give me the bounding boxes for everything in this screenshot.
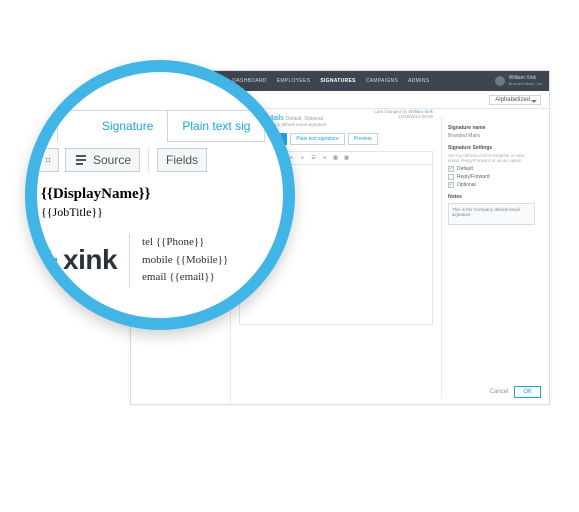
logo-word: xink [63, 244, 117, 276]
chk-optional[interactable]: ✓Optional [448, 182, 535, 188]
zoom-toolbar: Source Fields [37, 148, 295, 172]
user-menu[interactable]: William Xink Branded Mails, Inc. [495, 76, 543, 86]
source-button[interactable]: Source [65, 148, 140, 172]
notes-box[interactable]: This is the Company default email signat… [448, 203, 535, 225]
magnifier: Signature Plain text sig Source Fields {… [25, 60, 295, 330]
zoom-tabs: Signature Plain text sig [57, 110, 295, 142]
vertical-divider [129, 234, 130, 287]
nav-campaigns[interactable]: CAMPAIGNS [366, 78, 398, 84]
sort-dropdown[interactable]: Alphabetized [489, 95, 541, 105]
side-panel: Signature name Branded Mails Signature S… [441, 115, 541, 398]
line-email: email {{email}} [142, 269, 228, 287]
var-display-name: {{DisplayName}} [41, 186, 295, 203]
line-tel: tel {{Phone}} [142, 234, 228, 252]
notes-label: Notes [448, 194, 535, 200]
list-icon[interactable]: ☰ [310, 155, 317, 161]
tab-plain[interactable]: Plain text signature [290, 133, 345, 145]
sig-name-label: Signature name [448, 125, 535, 131]
tab-preview[interactable]: Preview [348, 133, 378, 145]
table-icon[interactable]: ▦ [343, 155, 350, 161]
fullscreen-button[interactable] [37, 148, 59, 172]
logo: xink [41, 234, 117, 287]
nav-admins[interactable]: ADMINS [408, 78, 429, 84]
zoom-template-vars: {{DisplayName}} {{JobTitle}} [41, 186, 295, 220]
chk-reply[interactable]: Reply/Forward [448, 174, 535, 180]
align-right-icon[interactable]: ≡ [299, 155, 306, 161]
contact-lines: tel {{Phone}} mobile {{Mobile}} email {{… [142, 234, 228, 287]
changed-meta: Last changed by William Xink 12/10/2014 … [374, 109, 433, 127]
var-job-title: {{JobTitle}} [41, 205, 295, 220]
logo-bars-icon [41, 246, 57, 274]
settings-label: Signature Settings [448, 145, 535, 151]
settings-sub: Set my default choice template in New em… [448, 153, 535, 164]
toolbar-divider [148, 149, 149, 171]
nav-signatures[interactable]: SIGNATURES [320, 78, 355, 84]
fullscreen-icon [46, 153, 50, 167]
zoom-tab-signature[interactable]: Signature [57, 110, 167, 142]
link-icon[interactable]: ∞ [321, 155, 328, 161]
user-org: Branded Mails, Inc. [509, 82, 543, 86]
line-mobile: mobile {{Mobile}} [142, 252, 228, 270]
cancel-button[interactable]: Cancel [490, 389, 509, 395]
sig-name-value[interactable]: Branded Mails [448, 133, 535, 139]
source-icon [74, 153, 88, 167]
image-icon[interactable]: ▦ [332, 155, 339, 161]
fields-button[interactable]: Fields [157, 148, 207, 172]
changed-date: 12/10/2014 09:09 [398, 114, 433, 119]
zoom-tab-plaintext[interactable]: Plain text sig [167, 110, 265, 142]
ok-button[interactable]: OK [514, 386, 541, 398]
footer: Cancel OK [490, 386, 541, 398]
avatar [495, 76, 505, 86]
zoom-signature-block: xink tel {{Phone}} mobile {{Mobile}} ema… [41, 234, 295, 287]
chk-default[interactable]: ✓Default [448, 166, 535, 172]
